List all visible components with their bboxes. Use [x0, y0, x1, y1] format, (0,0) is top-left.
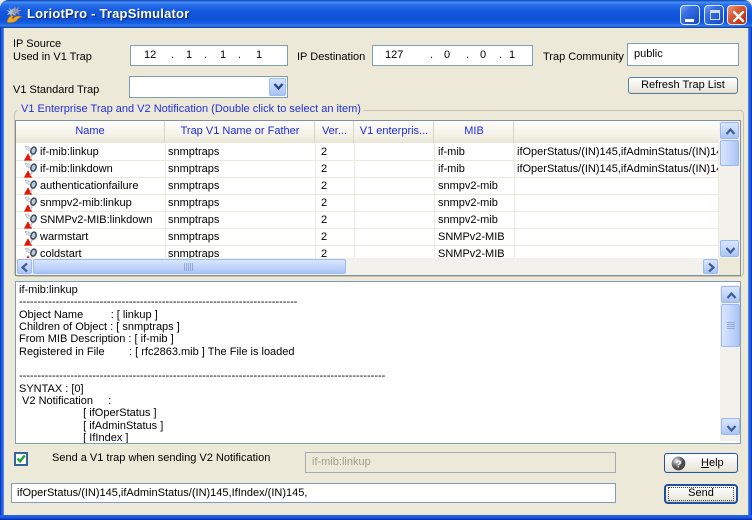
svg-text:?: ? [675, 459, 681, 470]
